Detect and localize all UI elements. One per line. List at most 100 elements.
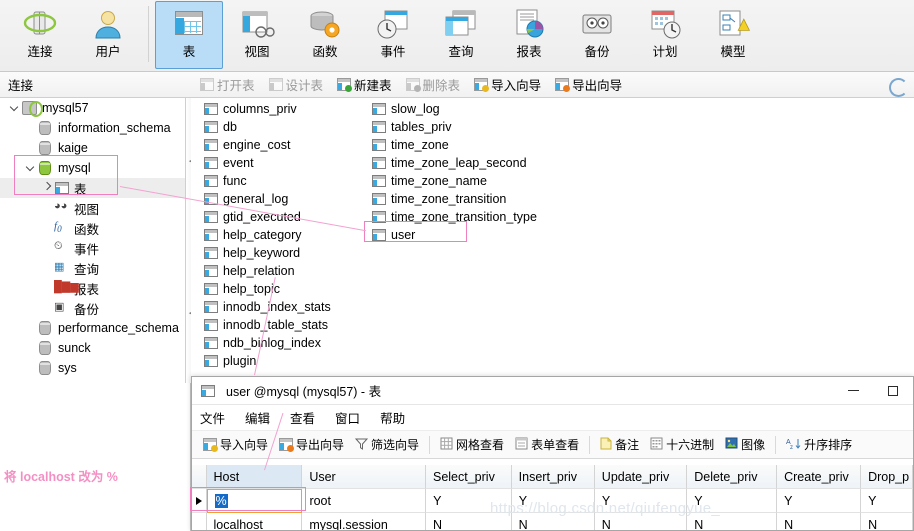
table-list-item[interactable]: columns_priv xyxy=(203,100,331,118)
grid-column-header[interactable]: Drop_p xyxy=(861,465,913,489)
delete-table-button[interactable]: 删除表 xyxy=(400,72,467,97)
tree-item-[interactable]: f0 函数 xyxy=(0,218,190,238)
grid-cell[interactable]: mysql.session xyxy=(302,513,426,530)
grid-cell[interactable]: Y xyxy=(861,489,913,513)
ribbon-button-backup[interactable]: 备份 xyxy=(563,1,631,69)
tree-item-[interactable]: ▦ 查询 xyxy=(0,258,190,278)
import-wizard-button[interactable]: 导入向导 xyxy=(198,434,273,455)
ribbon-button-model[interactable]: 模型 xyxy=(699,1,767,69)
tree-item-kaige[interactable]: kaige xyxy=(0,138,190,158)
export-wizard-button[interactable]: 导出向导 xyxy=(274,434,349,455)
design-table-button[interactable]: 设计表 xyxy=(263,72,330,97)
minimize-button[interactable] xyxy=(833,377,873,405)
grid-cell[interactable]: N xyxy=(861,513,913,530)
filter-wizard-button[interactable]: 筛选向导 xyxy=(350,434,424,455)
export-wizard-button[interactable]: 导出向导 xyxy=(549,72,628,97)
grid-cell[interactable]: Y xyxy=(426,489,512,513)
grid-row[interactable]: % root Y Y Y Y Y Y xyxy=(192,489,913,513)
grid-column-header[interactable]: Select_priv xyxy=(425,465,512,489)
table-list-item[interactable]: general_log xyxy=(203,190,331,208)
ribbon-button-connection[interactable]: 连接 xyxy=(6,1,74,69)
tree-item-information_schema[interactable]: information_schema xyxy=(0,118,190,138)
table-list-item[interactable]: gtid_executed xyxy=(203,208,331,226)
table-list-item[interactable]: help_category xyxy=(203,226,331,244)
tree-item-[interactable]: 表 xyxy=(0,178,190,198)
refresh-icon[interactable] xyxy=(889,78,908,97)
ribbon-button-event[interactable]: 事件 xyxy=(359,1,427,69)
new-table-button[interactable]: 新建表 xyxy=(331,72,398,97)
grid-cell[interactable]: N xyxy=(777,513,862,530)
table-list-item[interactable]: time_zone_transition xyxy=(371,190,537,208)
table-list-item[interactable]: help_keyword xyxy=(203,244,331,262)
tree-item-performance_schema[interactable]: performance_schema xyxy=(0,318,190,338)
grid-cell[interactable]: Y xyxy=(777,489,862,513)
grid-cell[interactable]: N xyxy=(687,513,778,530)
grid-view-button[interactable]: 网格查看 xyxy=(435,434,509,455)
grid-cell[interactable]: N xyxy=(511,513,595,530)
grid-column-header[interactable]: User xyxy=(302,465,426,489)
grid-column-header[interactable]: Delete_priv xyxy=(687,465,778,489)
window-title-bar[interactable]: user @mysql (mysql57) - 表 xyxy=(192,377,913,405)
table-list-item[interactable]: func xyxy=(203,172,331,190)
ribbon-button-function[interactable]: 函数 xyxy=(291,1,359,69)
sort-asc-button[interactable]: Az 升序排序 xyxy=(781,434,857,455)
table-list-item[interactable]: innodb_table_stats xyxy=(203,316,331,334)
memo-button[interactable]: 备注 xyxy=(595,434,644,455)
grid-cell[interactable]: Y xyxy=(594,489,688,513)
tree-twisty[interactable] xyxy=(40,183,54,194)
table-list-item[interactable]: help_topic xyxy=(203,280,331,298)
table-list-item[interactable]: db xyxy=(203,118,331,136)
grid-cell[interactable]: Y xyxy=(687,489,778,513)
grid-cell[interactable]: Y xyxy=(511,489,595,513)
menu-item-window[interactable]: 窗口 xyxy=(335,408,360,427)
maximize-button[interactable] xyxy=(873,377,913,405)
table-list-item[interactable]: user xyxy=(371,226,537,244)
open-table-button[interactable]: 打开表 xyxy=(194,72,261,97)
ribbon-button-user[interactable]: 用户 xyxy=(74,1,142,69)
grid-cell[interactable]: N xyxy=(594,513,688,530)
table-list-item[interactable]: time_zone_transition_type xyxy=(371,208,537,226)
tree-item-[interactable]: █▇▆ 报表 xyxy=(0,278,190,298)
menu-item-edit[interactable]: 编辑 xyxy=(245,408,270,427)
ribbon-button-schedule[interactable]: 计划 xyxy=(631,1,699,69)
import-wizard-button[interactable]: 导入向导 xyxy=(468,72,547,97)
table-list-item[interactable]: ndb_binlog_index xyxy=(203,334,331,352)
tree-twisty[interactable] xyxy=(24,163,38,174)
table-list-item[interactable]: time_zone_name xyxy=(371,172,537,190)
tree-item-mysql57[interactable]: mysql57 xyxy=(0,98,190,118)
tree-item-sys[interactable]: sys xyxy=(0,358,190,378)
menu-item-file[interactable]: 文件 xyxy=(200,408,225,427)
grid-cell[interactable]: root xyxy=(302,489,427,513)
grid-column-header[interactable]: Update_priv xyxy=(594,465,688,489)
table-list-item[interactable]: tables_priv xyxy=(371,118,537,136)
menu-item-view[interactable]: 查看 xyxy=(290,408,315,427)
grid-column-header[interactable]: Create_priv xyxy=(777,465,862,489)
ribbon-button-query[interactable]: 查询 xyxy=(427,1,495,69)
grid-column-header[interactable]: Host xyxy=(206,465,303,489)
table-list-item[interactable]: time_zone_leap_second xyxy=(371,154,537,172)
tree-item-mysql[interactable]: mysql xyxy=(0,158,190,178)
tree-twisty[interactable] xyxy=(8,103,22,114)
table-list-item[interactable]: engine_cost xyxy=(203,136,331,154)
ribbon-button-view[interactable]: 视图 xyxy=(223,1,291,69)
table-list-item[interactable]: plugin xyxy=(203,352,331,370)
ribbon-button-table[interactable]: 表 xyxy=(155,1,223,69)
data-grid[interactable]: Host User Select_priv Insert_priv Update_pri… xyxy=(192,465,913,530)
table-list-panel[interactable]: columns_priv db engine_cost event func genera… xyxy=(191,98,914,383)
hex-button[interactable]: 十六进制 xyxy=(645,434,719,455)
ribbon-button-report[interactable]: 报表 xyxy=(495,1,563,69)
table-list-item[interactable]: event xyxy=(203,154,331,172)
table-list-item[interactable]: help_relation xyxy=(203,262,331,280)
menu-item-help[interactable]: 帮助 xyxy=(380,408,405,427)
table-list-item[interactable]: time_zone xyxy=(371,136,537,154)
tree-item-[interactable]: ◕◕ 视图 xyxy=(0,198,190,218)
table-list-item[interactable]: slow_log xyxy=(371,100,537,118)
grid-cell[interactable]: % xyxy=(206,489,303,513)
tree-item-[interactable]: ▣ 备份 xyxy=(0,298,190,318)
table-list-item[interactable]: innodb_index_stats xyxy=(203,298,331,316)
grid-row[interactable]: localhost mysql.session N N N N N N xyxy=(192,513,913,530)
grid-cell[interactable]: N xyxy=(425,513,512,530)
image-button[interactable]: 图像 xyxy=(720,434,770,455)
tree-item-sunck[interactable]: sunck xyxy=(0,338,190,358)
form-view-button[interactable]: 表单查看 xyxy=(510,434,584,455)
